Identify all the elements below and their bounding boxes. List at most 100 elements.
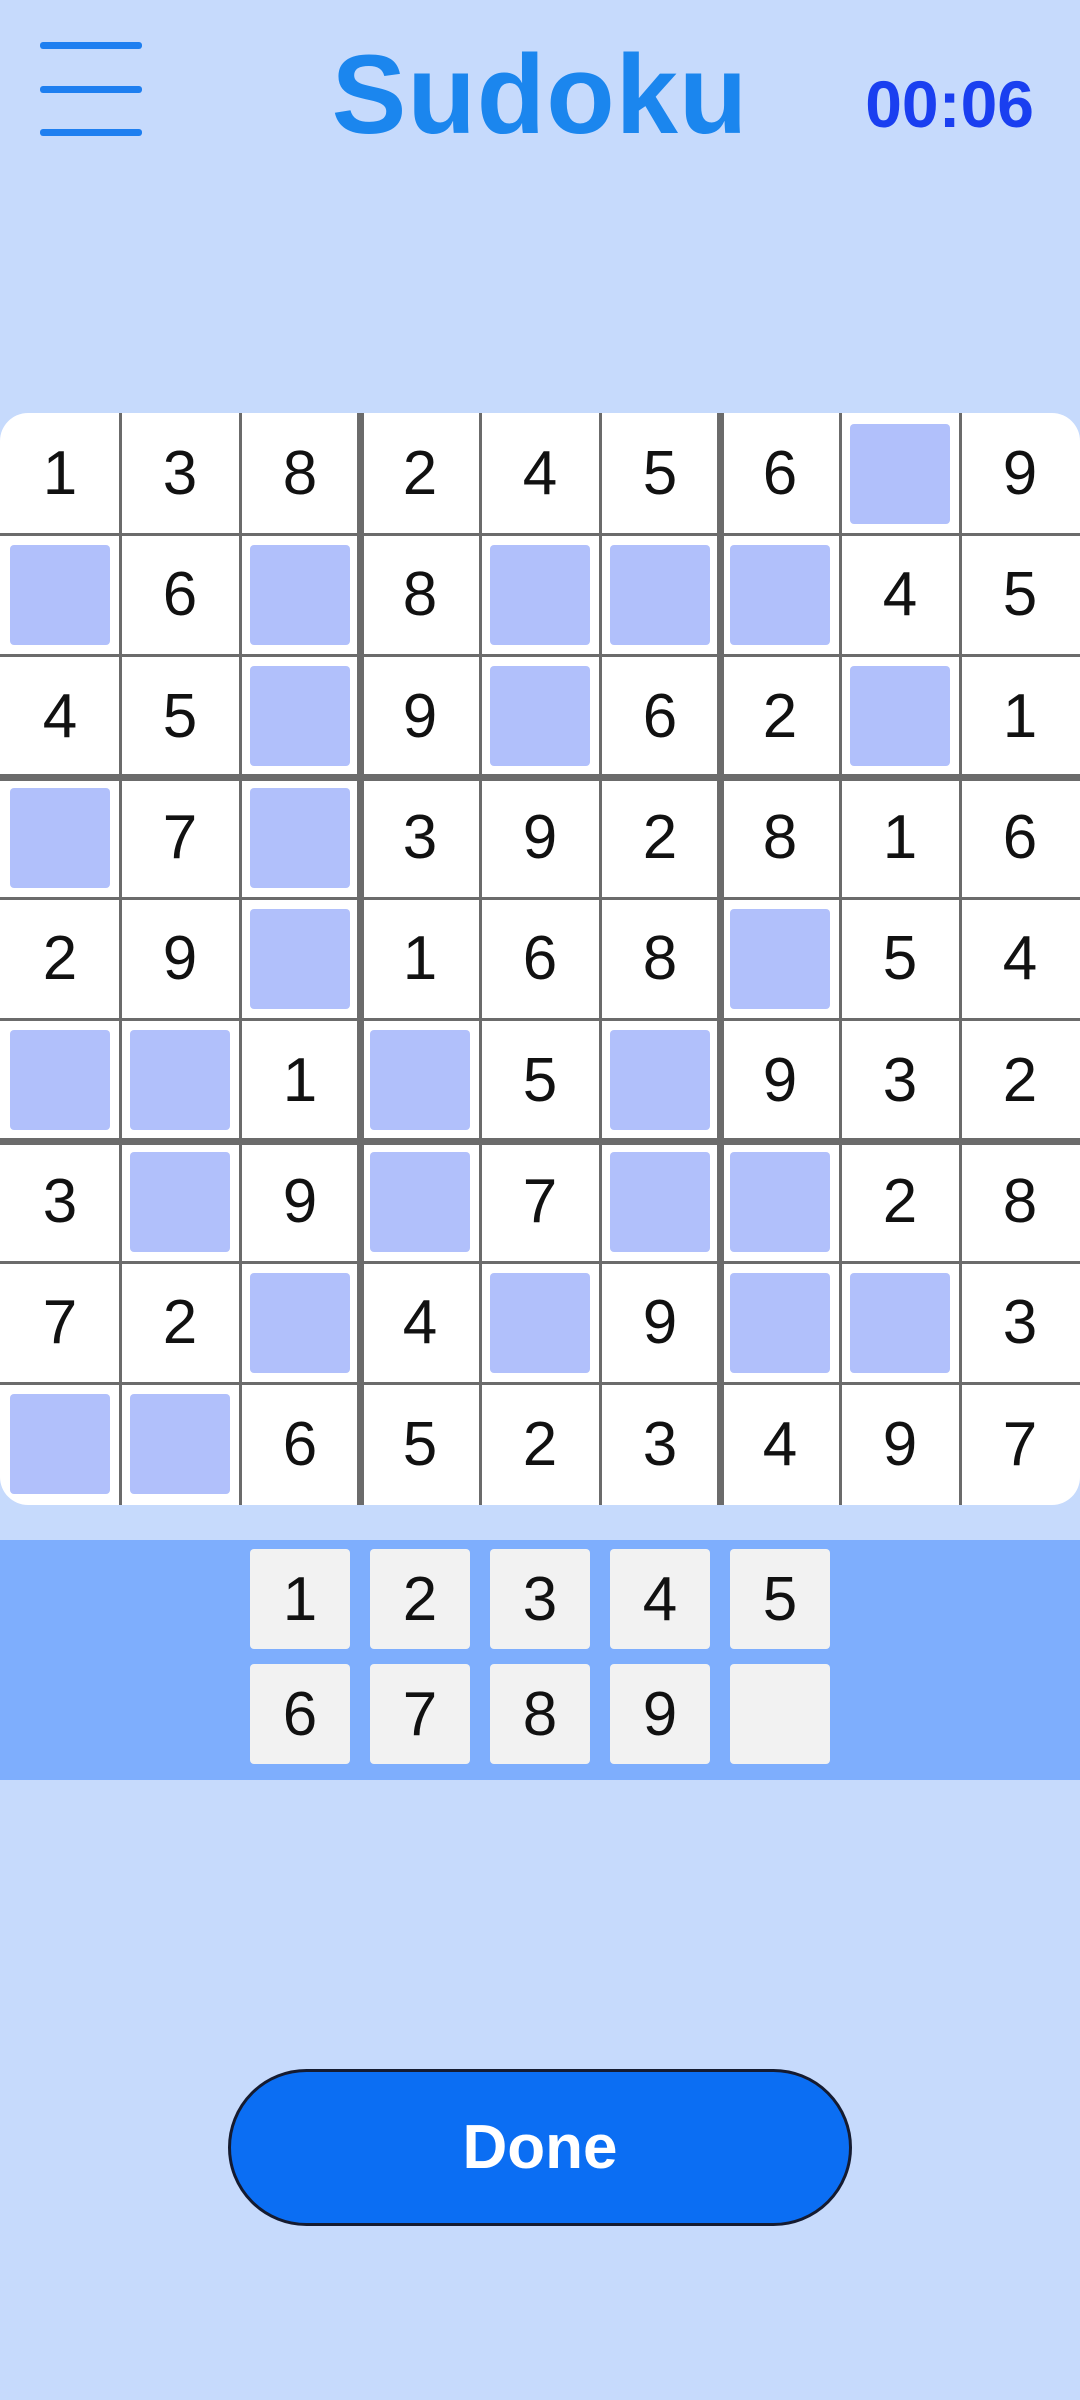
board-cell[interactable]: 7 [120, 777, 240, 898]
board-cell[interactable]: 8 [960, 1141, 1080, 1262]
empty-cell-fill [130, 1151, 230, 1252]
board-cell[interactable]: 4 [840, 534, 960, 655]
board-cell[interactable] [840, 1262, 960, 1383]
board-cell[interactable]: 1 [840, 777, 960, 898]
number-key[interactable]: 8 [490, 1664, 590, 1764]
board-cell[interactable] [240, 656, 360, 777]
number-key[interactable]: 3 [490, 1549, 590, 1649]
board-cell[interactable]: 9 [600, 1262, 720, 1383]
board-cell[interactable] [120, 1141, 240, 1262]
board-cell[interactable]: 3 [600, 1384, 720, 1505]
number-key[interactable]: 5 [730, 1549, 830, 1649]
number-key[interactable]: 1 [250, 1549, 350, 1649]
board-cell[interactable]: 6 [240, 1384, 360, 1505]
board-cell[interactable] [720, 1262, 840, 1383]
board-cell[interactable]: 7 [480, 1141, 600, 1262]
board-cell[interactable]: 3 [840, 1020, 960, 1141]
board-cell[interactable]: 5 [600, 413, 720, 534]
board-cell[interactable] [480, 656, 600, 777]
board-cell[interactable]: 9 [240, 1141, 360, 1262]
empty-cell-fill [610, 544, 710, 645]
board-cell[interactable]: 5 [120, 656, 240, 777]
board-cell[interactable] [240, 1262, 360, 1383]
empty-cell-fill [250, 787, 350, 888]
board-cell[interactable] [720, 898, 840, 1019]
board-cell[interactable]: 6 [720, 413, 840, 534]
board-cell[interactable]: 5 [960, 534, 1080, 655]
cell-divider-vertical [118, 413, 122, 1505]
board-cell[interactable] [360, 1020, 480, 1141]
empty-cell-fill [730, 544, 830, 645]
board-cell[interactable] [120, 1020, 240, 1141]
board-cell[interactable] [240, 777, 360, 898]
board-cell[interactable] [240, 534, 360, 655]
board-cell[interactable]: 9 [840, 1384, 960, 1505]
board-cell[interactable]: 2 [840, 1141, 960, 1262]
board-cell[interactable] [360, 1141, 480, 1262]
board-cell[interactable]: 3 [960, 1262, 1080, 1383]
board-cell[interactable] [600, 1141, 720, 1262]
board-cell[interactable]: 5 [840, 898, 960, 1019]
board-cell[interactable]: 6 [120, 534, 240, 655]
board-cell[interactable] [840, 413, 960, 534]
board-cell[interactable]: 4 [720, 1384, 840, 1505]
board-cell[interactable]: 9 [480, 777, 600, 898]
board-cell[interactable]: 2 [120, 1262, 240, 1383]
number-key[interactable]: 9 [610, 1664, 710, 1764]
board-cell[interactable]: 8 [360, 534, 480, 655]
board-cell[interactable]: 6 [960, 777, 1080, 898]
board-cell[interactable] [480, 534, 600, 655]
board-cell[interactable] [720, 1141, 840, 1262]
empty-cell-fill [130, 1030, 230, 1131]
board-cell[interactable] [240, 898, 360, 1019]
board-cell[interactable]: 2 [480, 1384, 600, 1505]
board-cell[interactable]: 2 [360, 413, 480, 534]
board-cell[interactable]: 5 [480, 1020, 600, 1141]
empty-cell-fill [10, 1394, 110, 1495]
number-key[interactable]: 4 [610, 1549, 710, 1649]
board-cell[interactable] [0, 1384, 120, 1505]
board-cell[interactable]: 4 [960, 898, 1080, 1019]
board-cell[interactable]: 1 [240, 1020, 360, 1141]
done-button[interactable]: Done [228, 2069, 852, 2226]
board-cell[interactable]: 8 [600, 898, 720, 1019]
empty-cell-fill [490, 544, 590, 645]
board-cell[interactable] [600, 1020, 720, 1141]
board-cell[interactable]: 3 [120, 413, 240, 534]
board-cell[interactable]: 1 [0, 413, 120, 534]
board-cell[interactable]: 2 [960, 1020, 1080, 1141]
board-cell[interactable] [0, 534, 120, 655]
board-cell[interactable] [0, 777, 120, 898]
board-cell[interactable]: 1 [960, 656, 1080, 777]
board-cell[interactable]: 2 [600, 777, 720, 898]
board-cell[interactable]: 7 [960, 1384, 1080, 1505]
board-cell[interactable]: 4 [360, 1262, 480, 1383]
erase-key[interactable] [730, 1664, 830, 1764]
number-key[interactable]: 6 [250, 1664, 350, 1764]
board-cell[interactable]: 9 [120, 898, 240, 1019]
board-cell[interactable] [120, 1384, 240, 1505]
number-key[interactable]: 2 [370, 1549, 470, 1649]
board-cell[interactable]: 2 [720, 656, 840, 777]
board-cell[interactable]: 4 [480, 413, 600, 534]
board-cell[interactable]: 3 [360, 777, 480, 898]
board-cell[interactable]: 2 [0, 898, 120, 1019]
board-cell[interactable]: 7 [0, 1262, 120, 1383]
board-cell[interactable]: 8 [240, 413, 360, 534]
board-cell[interactable]: 9 [720, 1020, 840, 1141]
board-cell[interactable]: 6 [600, 656, 720, 777]
board-cell[interactable] [720, 534, 840, 655]
board-cell[interactable]: 9 [960, 413, 1080, 534]
board-cell[interactable]: 5 [360, 1384, 480, 1505]
board-cell[interactable] [840, 656, 960, 777]
board-cell[interactable]: 9 [360, 656, 480, 777]
board-cell[interactable]: 3 [0, 1141, 120, 1262]
board-cell[interactable]: 1 [360, 898, 480, 1019]
board-cell[interactable] [0, 1020, 120, 1141]
board-cell[interactable]: 6 [480, 898, 600, 1019]
board-cell[interactable]: 4 [0, 656, 120, 777]
board-cell[interactable] [600, 534, 720, 655]
number-key[interactable]: 7 [370, 1664, 470, 1764]
board-cell[interactable] [480, 1262, 600, 1383]
board-cell[interactable]: 8 [720, 777, 840, 898]
